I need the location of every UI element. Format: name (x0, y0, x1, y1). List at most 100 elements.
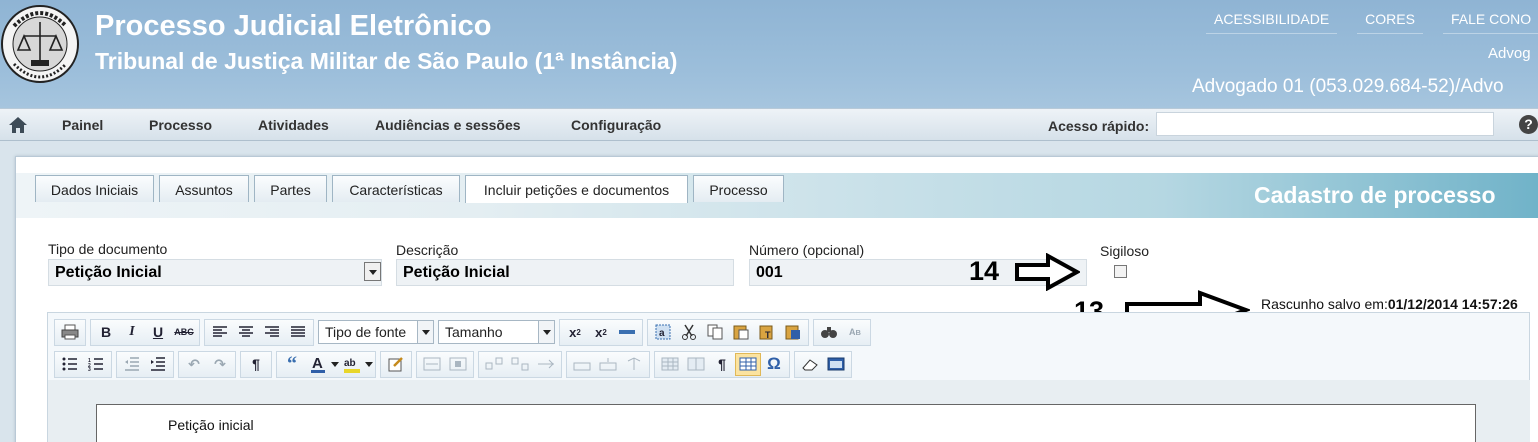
bullet-list-icon[interactable] (57, 353, 83, 376)
form-button-icon[interactable] (445, 353, 471, 376)
tab-incluir-peticoes[interactable]: Incluir petições e documentos (465, 175, 688, 203)
maximize-icon[interactable] (823, 353, 849, 376)
indent-icon[interactable] (145, 353, 171, 376)
outdent-icon[interactable] (119, 353, 145, 376)
merge-cells-icon[interactable] (533, 353, 559, 376)
descricao-label: Descrição (396, 242, 459, 258)
format-group: B I U ABC (90, 318, 200, 346)
paragraph-format-icon[interactable]: ¶ (243, 353, 269, 376)
form-field-icon[interactable] (419, 353, 445, 376)
paste-icon[interactable] (728, 321, 754, 344)
color-group: “ A ab (276, 350, 376, 378)
eraser-icon[interactable] (797, 353, 823, 376)
document-text: Petição inicial (168, 417, 254, 433)
cut-icon[interactable] (676, 321, 702, 344)
descricao-input[interactable]: Petição Inicial (396, 259, 734, 286)
paste-word-icon[interactable] (780, 321, 806, 344)
quick-access-input[interactable] (1156, 112, 1494, 136)
draft-saved-timestamp: 01/12/2014 14:57:26 (1387, 296, 1518, 312)
table-properties-icon[interactable] (657, 353, 683, 376)
user-name[interactable]: Advogado 01 (053.029.684-52)/Advo (1192, 76, 1504, 98)
chevron-down-icon[interactable] (538, 321, 554, 343)
undo-icon[interactable]: ↶ (181, 353, 207, 376)
court-seal-logo (1, 5, 79, 83)
italic-icon[interactable]: I (119, 321, 145, 344)
numero-label: Número (opcional) (749, 242, 865, 258)
document-page[interactable]: Petição inicial (96, 404, 1476, 442)
redo-icon[interactable]: ↷ (207, 353, 233, 376)
replace-icon[interactable]: AB (842, 321, 868, 344)
superscript-icon[interactable]: x2 (588, 321, 614, 344)
split-column-icon[interactable] (621, 353, 647, 376)
font-size-select[interactable]: Tamanho (438, 320, 555, 344)
print-icon[interactable] (57, 321, 83, 344)
print-group (54, 318, 86, 346)
highlight-color-icon[interactable]: ab (339, 353, 365, 376)
menu-configuracao[interactable]: Configuração (571, 117, 661, 133)
horizontal-rule-icon[interactable] (614, 321, 640, 344)
select-all-icon[interactable]: a (650, 321, 676, 344)
subscript-icon[interactable]: x2 (562, 321, 588, 344)
strikethrough-icon[interactable]: ABC (171, 321, 197, 344)
edit-group (380, 350, 412, 378)
tab-assuntos[interactable]: Assuntos (159, 175, 249, 202)
link-cores[interactable]: CORES (1357, 11, 1423, 34)
help-icon[interactable]: ? (1519, 115, 1538, 134)
find-group: AB (813, 318, 871, 346)
show-blocks-icon[interactable]: ¶ (709, 353, 735, 376)
table-icon[interactable] (735, 352, 761, 376)
court-name: Tribunal de Justiça Militar de São Paulo… (95, 48, 678, 74)
top-links: ACESSIBILIDADE CORES FALE CONO (1206, 11, 1538, 34)
paste-text-icon[interactable]: T (754, 321, 780, 344)
special-char-icon[interactable]: Ω (761, 353, 787, 376)
app-header: Processo Judicial Eletrônico Tribunal de… (0, 0, 1538, 108)
list-group: 123 (54, 350, 112, 378)
cell-merge-group (478, 350, 562, 378)
insert-column-icon[interactable] (507, 353, 533, 376)
chevron-down-icon[interactable] (364, 262, 381, 281)
align-justify-icon[interactable] (285, 321, 311, 344)
align-group (204, 318, 314, 346)
tab-caracteristicas[interactable]: Características (332, 175, 460, 202)
svg-text:3: 3 (88, 367, 91, 371)
text-color-icon[interactable]: A (305, 353, 331, 376)
cell-properties-icon[interactable] (683, 353, 709, 376)
menu-atividades[interactable]: Atividades (258, 117, 329, 133)
tab-partes[interactable]: Partes (254, 175, 327, 202)
svg-text:A: A (312, 355, 323, 372)
sigiloso-checkbox[interactable] (1114, 265, 1127, 278)
form-group (416, 350, 474, 378)
font-family-select[interactable]: Tipo de fonte (318, 320, 434, 344)
bold-icon[interactable]: B (93, 321, 119, 344)
underline-icon[interactable]: U (145, 321, 171, 344)
menu-processo[interactable]: Processo (149, 117, 212, 133)
align-center-icon[interactable] (233, 321, 259, 344)
svg-text:T: T (765, 330, 771, 340)
tipo-documento-select[interactable]: Petição Inicial (48, 259, 382, 286)
table-group: ¶ Ω (654, 350, 790, 378)
tab-dados-iniciais[interactable]: Dados Iniciais (35, 175, 154, 202)
chevron-down-icon[interactable] (365, 355, 373, 373)
link-fale-conosco[interactable]: FALE CONO (1442, 11, 1538, 34)
split-row-icon[interactable] (595, 353, 621, 376)
indent-group (116, 350, 174, 378)
tipo-documento-label: Tipo de documento (48, 241, 168, 257)
edit-note-icon[interactable] (383, 353, 409, 376)
menu-painel[interactable]: Painel (62, 117, 103, 133)
find-icon[interactable] (816, 321, 842, 344)
menu-audiencias-e-sessoes[interactable]: Audiências e sessões (375, 117, 521, 133)
blockquote-icon[interactable]: “ (279, 353, 305, 376)
chevron-down-icon[interactable] (331, 355, 339, 373)
tab-processo[interactable]: Processo (693, 175, 784, 202)
split-cell-icon[interactable] (569, 353, 595, 376)
home-icon[interactable] (8, 116, 28, 134)
numbered-list-icon[interactable]: 123 (83, 353, 109, 376)
copy-icon[interactable] (702, 321, 728, 344)
insert-row-icon[interactable] (481, 353, 507, 376)
align-right-icon[interactable] (259, 321, 285, 344)
align-left-icon[interactable] (207, 321, 233, 344)
link-acessibilidade[interactable]: ACESSIBILIDADE (1206, 11, 1338, 34)
svg-text:ab: ab (344, 358, 356, 369)
editor-toolbar-row-2: 123 ↶ ↷ ¶ “ A ab ¶ Ω (54, 349, 856, 379)
chevron-down-icon[interactable] (417, 321, 433, 343)
